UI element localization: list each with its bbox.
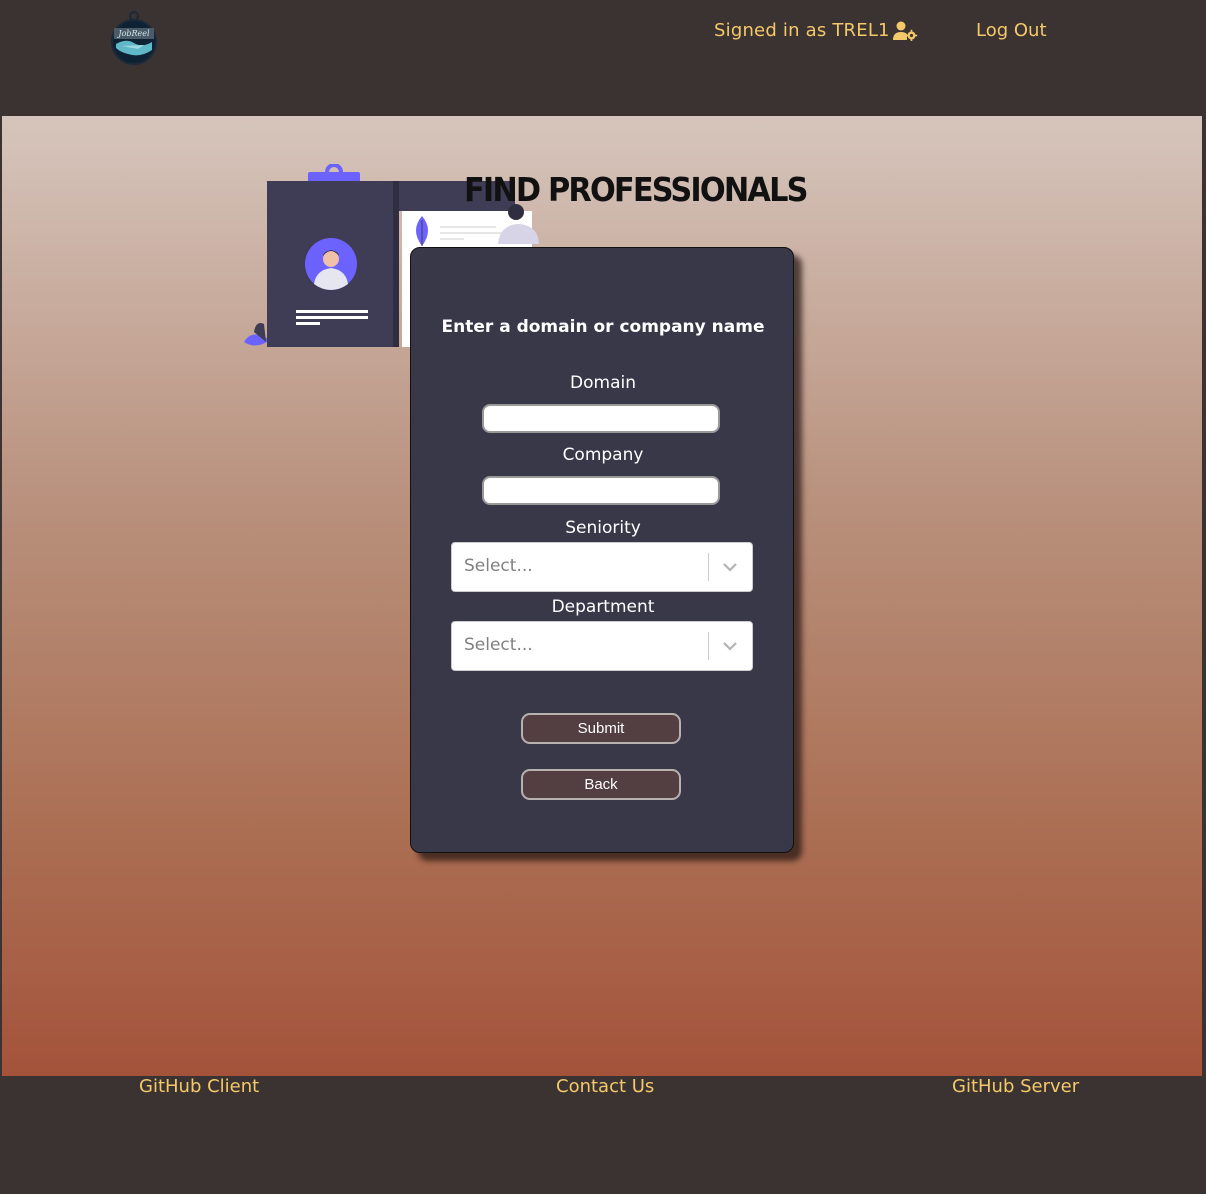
logo-lettering: JobReel bbox=[116, 29, 150, 38]
chevron-down-icon[interactable] bbox=[720, 559, 740, 575]
page-title: FIND PROFESSIONALS bbox=[464, 170, 808, 209]
user-settings-icon[interactable] bbox=[892, 21, 918, 41]
contact-us-link[interactable]: Contact Us bbox=[556, 1076, 654, 1097]
chevron-down-icon[interactable] bbox=[720, 638, 740, 654]
select-separator bbox=[708, 632, 709, 660]
logout-link[interactable]: Log Out bbox=[976, 20, 1047, 41]
department-placeholder: Select... bbox=[464, 635, 533, 655]
domain-input[interactable] bbox=[482, 404, 720, 433]
signed-in-label: Signed in as TREL1 bbox=[714, 20, 890, 41]
top-navbar: JobReel Signed in as TREL1 Log Out bbox=[0, 0, 1206, 116]
company-label: Company bbox=[562, 445, 644, 465]
signed-in-user[interactable]: Signed in as TREL1 bbox=[714, 20, 918, 41]
company-input[interactable] bbox=[482, 476, 720, 505]
seniority-placeholder: Select... bbox=[464, 556, 533, 576]
seniority-select[interactable]: Select... bbox=[451, 542, 753, 592]
github-client-link[interactable]: GitHub Client bbox=[139, 1076, 259, 1097]
department-select[interactable]: Select... bbox=[451, 621, 753, 671]
department-label: Department bbox=[551, 597, 655, 617]
form-heading: Enter a domain or company name bbox=[441, 317, 765, 337]
select-separator bbox=[708, 553, 709, 581]
back-button[interactable]: Back bbox=[521, 769, 681, 800]
domain-label: Domain bbox=[570, 373, 636, 393]
submit-button[interactable]: Submit bbox=[521, 713, 681, 744]
github-server-link[interactable]: GitHub Server bbox=[952, 1076, 1079, 1097]
svg-text:JobReel: JobReel bbox=[116, 29, 150, 38]
seniority-label: Seniority bbox=[565, 518, 641, 538]
jobreel-logo[interactable]: JobReel bbox=[110, 10, 158, 66]
